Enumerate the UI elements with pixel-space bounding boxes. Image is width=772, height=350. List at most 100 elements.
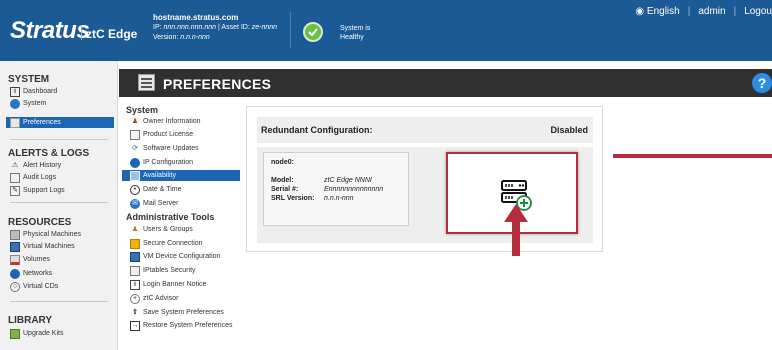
edit-icon: ✎ xyxy=(10,185,20,196)
sidebar-section-system: SYSTEM xyxy=(8,74,50,85)
redundancy-status: Disabled xyxy=(550,125,588,135)
menu-item-save-system-preferences[interactable]: ⇧ Save System Preferences xyxy=(130,307,224,318)
sidebar-divider xyxy=(10,301,108,302)
lock-icon xyxy=(130,238,140,249)
info-icon: i xyxy=(130,279,140,290)
user-menu[interactable]: admin xyxy=(698,6,725,17)
menu-item-restore-system-preferences[interactable]: → Restore System Preferences xyxy=(130,320,232,331)
sidebar-item-upgrade-kits[interactable]: Upgrade Kits xyxy=(10,328,63,339)
menu-item-users-groups[interactable]: ♟ Users & Groups xyxy=(130,224,193,235)
annotation-arrow-line xyxy=(613,154,772,158)
sidebar-item-physical-machines[interactable]: Physical Machines xyxy=(10,229,81,240)
sidebar-item-alert-history[interactable]: ⚠ Alert History xyxy=(10,160,61,171)
nav-separator: | xyxy=(733,6,737,17)
logout-link[interactable]: Logou xyxy=(744,6,772,17)
ip-value: nnn.nnn.nnn.nnn xyxy=(163,24,217,31)
top-nav: ◉ English | admin | Logou xyxy=(635,6,772,17)
network-globe-icon xyxy=(10,268,20,279)
product-name: ztC Edge xyxy=(80,26,138,41)
healthy-check-icon xyxy=(303,22,323,42)
system-globe-icon xyxy=(10,98,20,109)
menu-item-mail-server[interactable]: ✉ Mail Server xyxy=(130,198,178,209)
app-header: Stratus ztC Edge hostname.stratus.com IP… xyxy=(0,0,772,61)
menu-item-owner-information[interactable]: ♟ Owner Information xyxy=(130,116,201,127)
menu-item-availability[interactable]: Availability xyxy=(122,170,240,181)
mail-icon: ✉ xyxy=(130,198,140,209)
menu-item-software-updates[interactable]: ⟳ Software Updates xyxy=(130,143,199,154)
menu-section-admin: Administrative Tools xyxy=(126,212,215,222)
node-serial: Ennnnnnnnnnnnnn xyxy=(324,186,384,193)
node-model: ztC Edge NNNI xyxy=(324,177,372,184)
node-name: node0: xyxy=(271,159,294,166)
preferences-icon xyxy=(10,117,20,128)
availability-icon xyxy=(130,170,140,181)
sidebar-item-dashboard[interactable]: i Dashboard xyxy=(10,86,57,97)
vm-icon xyxy=(10,241,20,252)
sidebar-item-virtual-machines[interactable]: Virtual Machines xyxy=(10,241,75,252)
sidebar-section-resources: RESOURCES xyxy=(8,217,72,228)
page-title: PREFERENCES xyxy=(163,76,272,92)
globe-icon: ◉ xyxy=(635,6,645,17)
menu-item-vm-device-configuration[interactable]: VM Device Configuration xyxy=(130,251,220,262)
vm-icon xyxy=(130,251,140,262)
system-status: System is Healthy xyxy=(340,25,371,41)
node-srl-version: n.n.n-nnn xyxy=(324,195,354,202)
nav-separator: | xyxy=(687,6,691,17)
panel-body: node0: Model: ztC Edge NNNI Serial #: En… xyxy=(257,147,593,243)
panel-header: Redundant Configuration: Disabled xyxy=(257,117,593,143)
preferences-icon xyxy=(138,74,155,91)
sidebar-item-audit-logs[interactable]: Audit Logs xyxy=(10,172,56,183)
node0-card: node0: Model: ztC Edge NNNI Serial #: En… xyxy=(263,152,409,226)
sidebar-divider xyxy=(10,202,108,203)
sidebar-section-library: LIBRARY xyxy=(8,315,53,326)
owner-icon: ♟ xyxy=(131,118,139,125)
version-line: Version: n.n.n-nnn xyxy=(153,34,210,41)
menu-item-secure-connection[interactable]: Secure Connection xyxy=(130,238,203,249)
menu-item-ztc-advisor[interactable]: + ztC Advisor xyxy=(130,293,178,304)
panel-title: Redundant Configuration: xyxy=(261,125,373,135)
host-info: hostname.stratus.com IP: nnn.nnn.nnn.nnn… xyxy=(153,13,277,43)
hostname: hostname.stratus.com xyxy=(153,13,239,22)
header-divider xyxy=(290,12,291,48)
menu-section-system: System xyxy=(126,105,159,115)
annotation-arrow-up xyxy=(504,204,528,256)
volumes-icon xyxy=(10,254,20,265)
node-model-row: Model: ztC Edge NNNI xyxy=(271,177,372,184)
firewall-icon xyxy=(130,265,140,276)
menu-item-login-banner-notice[interactable]: i Login Banner Notice xyxy=(130,279,206,290)
server-icon xyxy=(10,229,20,240)
preferences-menu: System ♟ Owner Information Product Licen… xyxy=(119,97,243,350)
ip-asset-line: IP: nnn.nnn.nnn.nnn | Asset ID: ze-nnnn xyxy=(153,24,278,31)
sidebar-item-preferences[interactable]: Preferences xyxy=(6,117,114,128)
redundant-configuration-panel: Redundant Configuration: Disabled node0:… xyxy=(246,106,603,252)
page-header: PREFERENCES ? xyxy=(119,69,772,97)
menu-item-ip-configuration[interactable]: IP Configuration xyxy=(130,157,193,168)
upload-icon: ⇧ xyxy=(132,309,138,316)
refresh-icon: ⟳ xyxy=(132,145,138,152)
stratus-logo: Stratus xyxy=(10,17,90,44)
cd-icon: ○ xyxy=(10,281,20,292)
sidebar-item-support-logs[interactable]: ✎ Support Logs xyxy=(10,185,65,196)
advisor-icon: + xyxy=(130,293,140,304)
restore-icon: → xyxy=(130,320,140,331)
clock-icon: • xyxy=(130,184,140,195)
language-menu[interactable]: ◉ English xyxy=(635,6,679,17)
asset-id: ze-nnnn xyxy=(251,24,278,31)
info-icon: i xyxy=(10,86,20,97)
alert-icon: ⚠ xyxy=(11,162,19,169)
main-sidebar: SYSTEM i Dashboard System Preferences AL… xyxy=(0,61,118,350)
menu-item-date-time[interactable]: • Date & Time xyxy=(130,184,182,195)
node-serial-row: Serial #: Ennnnnnnnnnnnnn xyxy=(271,186,384,193)
sidebar-item-virtual-cds[interactable]: ○ Virtual CDs xyxy=(10,281,58,292)
help-icon[interactable]: ? xyxy=(752,73,772,93)
version-value: n.n.n-nnn xyxy=(180,34,210,41)
node-srl-row: SRL Version: n.n.n-nnn xyxy=(271,195,354,202)
menu-item-iptables-security[interactable]: IPtables Security xyxy=(130,265,196,276)
sidebar-item-networks[interactable]: Networks xyxy=(10,268,52,279)
sidebar-item-system[interactable]: System xyxy=(10,98,46,109)
users-icon: ♟ xyxy=(131,226,139,233)
sidebar-item-volumes[interactable]: Volumes xyxy=(10,254,50,265)
license-icon xyxy=(130,129,140,140)
network-globe-icon xyxy=(130,157,140,168)
menu-item-product-license[interactable]: Product License xyxy=(130,129,193,140)
